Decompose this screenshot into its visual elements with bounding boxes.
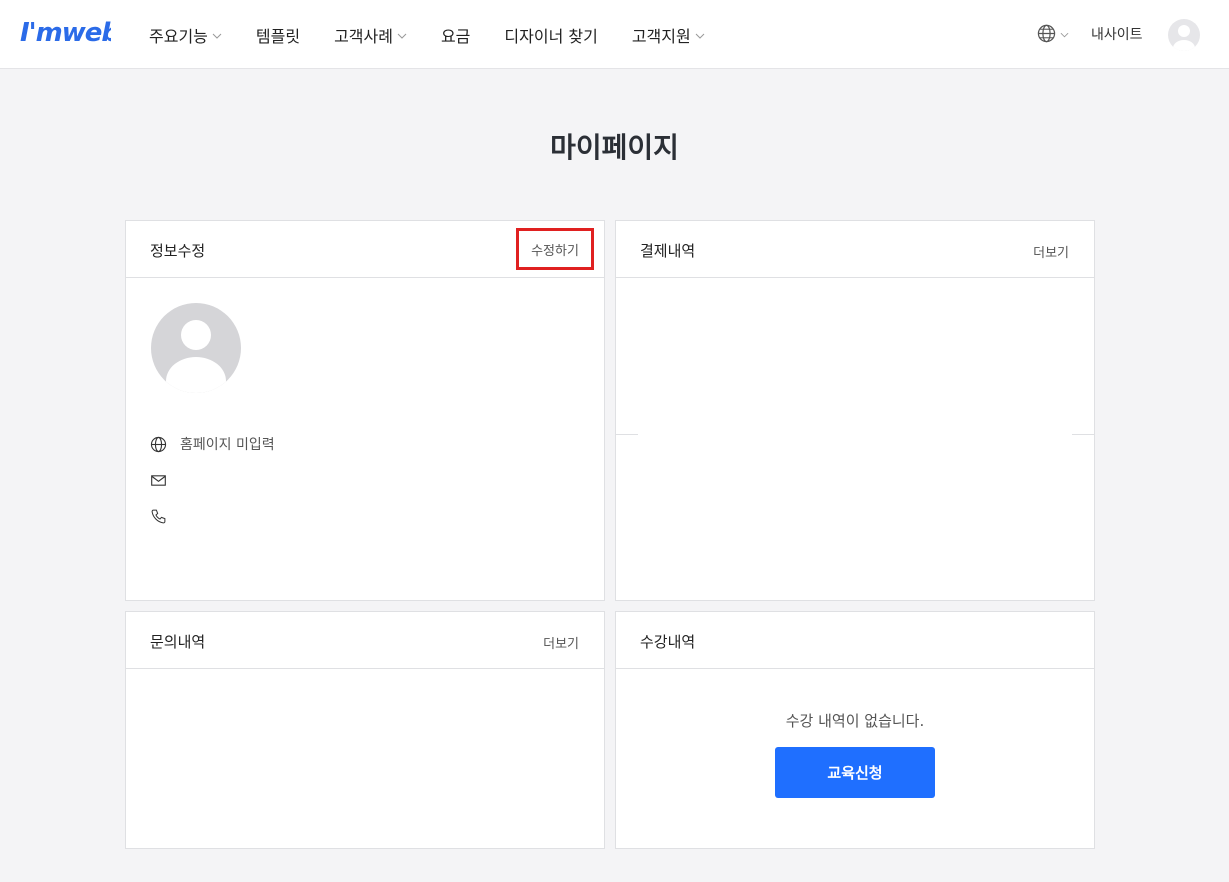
imweb-logo[interactable]: I'mweb <box>19 16 120 48</box>
card-header: 정보수정 수정하기 <box>126 221 604 278</box>
nav-item-templates[interactable]: 템플릿 <box>256 0 300 69</box>
chevron-down-icon <box>212 33 222 39</box>
card-title: 결제내역 <box>640 242 696 260</box>
card-title: 정보수정 <box>150 242 206 260</box>
user-silhouette-icon <box>1173 25 1195 51</box>
more-link[interactable]: 더보기 <box>1033 242 1069 261</box>
profile-card: 정보수정 수정하기 홈페이지 미입력 <box>125 220 605 601</box>
apply-education-button[interactable]: 교육신청 <box>775 747 935 798</box>
card-header: 결제내역 더보기 <box>616 221 1094 278</box>
nav-item-features[interactable]: 주요기능 <box>149 0 222 69</box>
nav-item-label: 요금 <box>440 26 471 46</box>
logo-icon: I'mweb <box>20 18 120 48</box>
globe-icon <box>1037 24 1056 43</box>
homepage-text: 홈페이지 미입력 <box>180 437 275 453</box>
apply-button-label: 교육신청 <box>827 764 883 782</box>
card-title: 수강내역 <box>640 633 696 651</box>
phone-icon <box>151 509 166 524</box>
edit-button-label: 수정하기 <box>531 243 579 259</box>
phone-row <box>150 508 180 525</box>
top-navigation-bar: I'mweb 주요기능 템플릿 고객사례 요금 디자이너 찾기 고객지원 내사이… <box>0 0 1229 69</box>
chevron-down-icon <box>695 33 705 39</box>
nav-item-pricing[interactable]: 요금 <box>441 0 470 69</box>
mail-icon <box>151 475 166 486</box>
more-link[interactable]: 더보기 <box>543 633 579 652</box>
globe-icon <box>150 436 167 452</box>
profile-avatar <box>151 303 241 393</box>
card-title: 문의내역 <box>150 633 206 651</box>
nav-item-label: 디자이너 찾기 <box>504 26 598 46</box>
chevron-down-icon <box>1060 32 1069 37</box>
card-header: 문의내역 더보기 <box>126 612 604 669</box>
nav-item-label: 템플릿 <box>255 26 301 46</box>
nav-item-label: 주요기능 <box>149 26 208 46</box>
page-title: 마이페이지 <box>550 131 679 164</box>
divider <box>616 434 638 435</box>
user-silhouette-icon <box>166 320 226 393</box>
divider <box>1072 434 1094 435</box>
card-header: 수강내역 <box>616 612 1094 669</box>
edit-profile-button[interactable]: 수정하기 <box>516 228 594 270</box>
nav-item-cases[interactable]: 고객사례 <box>334 0 407 69</box>
payment-history-card: 결제내역 더보기 <box>615 220 1095 601</box>
svg-text:I'mweb: I'mweb <box>20 18 111 48</box>
nav-item-label: 고객지원 <box>631 26 691 46</box>
main-nav: 주요기능 템플릿 고객사례 요금 디자이너 찾기 고객지원 <box>149 0 739 69</box>
nav-item-support[interactable]: 고객지원 <box>632 0 705 69</box>
nav-item-designers[interactable]: 디자이너 찾기 <box>504 0 597 69</box>
mysite-link[interactable]: 내사이트 <box>1091 24 1143 44</box>
inquiry-history-card: 문의내역 더보기 <box>125 611 605 849</box>
language-selector[interactable] <box>1037 24 1069 43</box>
homepage-row: 홈페이지 미입력 <box>150 434 275 454</box>
course-history-card: 수강내역 수강 내역이 없습니다. 교육신청 <box>615 611 1095 849</box>
empty-message: 수강 내역이 없습니다. <box>785 712 925 730</box>
nav-item-label: 고객사례 <box>334 26 393 46</box>
user-avatar-icon[interactable] <box>1168 19 1200 51</box>
email-row <box>150 472 180 489</box>
chevron-down-icon <box>397 33 407 39</box>
